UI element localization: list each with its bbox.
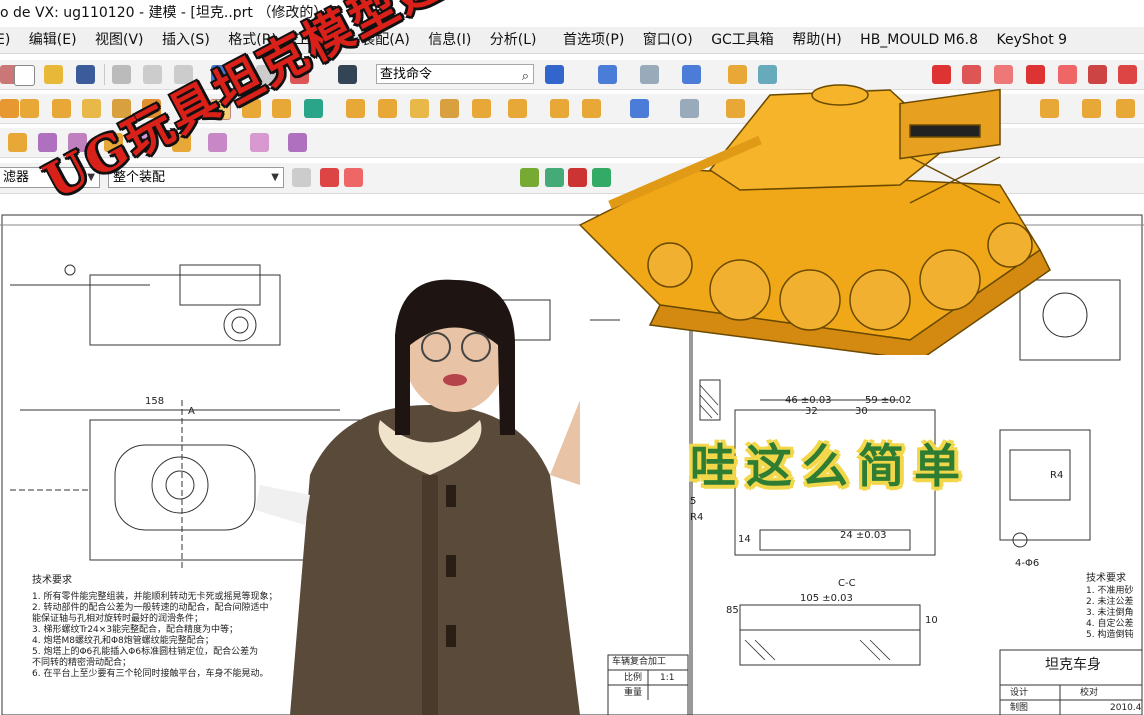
dim-label: 32 xyxy=(805,406,818,417)
dim-label: 10 xyxy=(925,615,938,626)
revolve-icon[interactable] xyxy=(20,99,39,118)
tech-line: 6. 在平台上至少要有三个轮同时接触平台，车身不能晃动。 xyxy=(32,669,269,679)
dim-label: 59 ±0.02 xyxy=(865,395,912,406)
dim-label: 24 ±0.03 xyxy=(840,530,887,541)
extension-icon[interactable] xyxy=(250,133,269,152)
offset-curve-icon[interactable] xyxy=(1088,65,1107,84)
save-icon[interactable] xyxy=(76,65,95,84)
control-point-icon[interactable] xyxy=(545,168,564,187)
window-title-bar: o de VX: ug110120 - 建模 - [坦克..prt （修改的） … xyxy=(0,0,1144,26)
dim-label: R4 xyxy=(690,512,704,523)
tech-line: 2. 转动部件的配合公差为一般转速的动配合，配合间隙适中 xyxy=(32,603,269,613)
tech-line: 3. 未注倒角 xyxy=(1086,608,1134,618)
title-block-cell: 制图 xyxy=(1010,703,1029,713)
title-block-part: 坦克车身 xyxy=(1045,657,1101,673)
tech-requirements-list: 1. 所有零件能完整组装，并能顺利转动无卡死或摇晃等现象； 2. 转动部件的配合… xyxy=(32,592,277,680)
type-filter-label: 滤器 xyxy=(3,170,30,185)
table-cell: 比例 xyxy=(624,673,643,683)
dim-label: 14 xyxy=(738,534,751,545)
section-label: C-C xyxy=(838,578,856,589)
book-icon[interactable] xyxy=(545,65,564,84)
snap-settings-icon[interactable] xyxy=(292,168,311,187)
tech-line: 1. 不准用砂 xyxy=(1086,586,1134,596)
presenter-photo xyxy=(255,279,580,715)
command-search-input[interactable]: 查找命令 ⌕ xyxy=(376,64,534,84)
tech-line: 1. 所有零件能完整组装，并能顺利转动无卡死或摇晃等现象； xyxy=(32,592,278,602)
title-block-cell: 校对 xyxy=(1080,688,1099,698)
tech-line: 能保证轴与孔相对旋转时最好的润滑条件； xyxy=(32,614,204,624)
tech-line: 3. 梯形螺纹Tr24×3能完整配合，配合精度为中等； xyxy=(32,625,239,635)
trim-body-icon[interactable] xyxy=(472,99,491,118)
cut-icon[interactable] xyxy=(112,65,131,84)
tech-line: 5. 炮塔上的Φ6孔能插入Φ6标准圆柱销定位，配合公差为 xyxy=(32,647,259,657)
table-cell: 重量 xyxy=(624,688,643,698)
dim-label: 4-Φ6 xyxy=(1015,558,1040,569)
title-block-cell: 设计 xyxy=(1010,688,1029,698)
menu-edit[interactable]: 编辑(E) xyxy=(29,27,77,53)
dim-label: 46 ±0.03 xyxy=(785,395,832,406)
menu-bar: E) 编辑(E) 视图(V) 插入(S) 格式(R) 工具(T) 装配(A) 信… xyxy=(0,27,1144,54)
tech-line: 2. 未注公差 xyxy=(1086,597,1134,607)
dim-label: 158 xyxy=(145,396,165,407)
chevron-down-icon: ▼ xyxy=(271,172,279,183)
project-curve-icon[interactable] xyxy=(1118,65,1137,84)
menu-hb-mould[interactable]: HB_MOULD M6.8 xyxy=(860,27,978,53)
endpoint-snap-icon[interactable] xyxy=(344,168,363,187)
block-icon[interactable] xyxy=(52,99,71,118)
tech-requirements-title-right: 技术要求 xyxy=(1086,573,1126,584)
search-icon: ⌕ xyxy=(521,69,529,84)
shell-icon[interactable] xyxy=(410,99,429,118)
menu-view[interactable]: 视图(V) xyxy=(95,27,144,53)
section-label: A xyxy=(188,406,195,417)
command-search-placeholder: 查找命令 xyxy=(380,67,433,82)
menu-preferences[interactable]: 首选项(P) xyxy=(563,27,624,53)
dim-label: 5 xyxy=(690,496,697,507)
table-cell: 1:1 xyxy=(660,673,675,683)
resize-face-icon[interactable] xyxy=(1082,99,1101,118)
table-cell: 车辆复合加工 xyxy=(612,657,667,667)
edge-blend-icon[interactable] xyxy=(346,99,365,118)
menu-window[interactable]: 窗口(O) xyxy=(643,27,693,53)
tech-line: 4. 自定公差 xyxy=(1086,619,1134,629)
menu-file[interactable]: E) xyxy=(0,27,10,53)
point-snap-icon[interactable] xyxy=(320,168,339,187)
tech-line: 5. 构造倒钝 xyxy=(1086,630,1134,640)
dim-label: 85 xyxy=(726,605,739,616)
midpoint-snap-icon[interactable] xyxy=(520,168,539,187)
menu-keyshot[interactable]: KeyShot 9 xyxy=(996,27,1067,53)
tank-model-render xyxy=(578,84,1051,355)
menu-analysis[interactable]: 分析(L) xyxy=(490,27,537,53)
toolbar-separator xyxy=(104,64,105,85)
tech-line: 4. 炮塔M8螺纹孔和Φ8炮管螺纹能完整配合； xyxy=(32,636,214,646)
extrude-icon[interactable] xyxy=(0,99,19,118)
draft-icon[interactable] xyxy=(440,99,459,118)
mirror-icon[interactable] xyxy=(550,99,569,118)
tech-line: 不同转的精密滑动配合； xyxy=(32,658,132,668)
trim-sheet-icon[interactable] xyxy=(288,133,307,152)
menu-gc-toolbox[interactable]: GC工具箱 xyxy=(711,27,774,53)
chamfer-icon[interactable] xyxy=(378,99,397,118)
open-folder-icon[interactable] xyxy=(44,65,63,84)
tech-requirements-title: 技术要求 xyxy=(32,575,72,586)
new-file-icon[interactable] xyxy=(14,65,35,86)
dim-label: 105 ±0.03 xyxy=(800,593,853,604)
menu-help[interactable]: 帮助(H) xyxy=(792,27,841,53)
menu-insert[interactable]: 插入(S) xyxy=(162,27,210,53)
dim-label: R4 xyxy=(1050,470,1064,481)
tech-requirements-list-right: 1. 不准用砂 2. 未注公差 3. 未注倒角 4. 自定公差 5. 构造倒钝 xyxy=(1086,586,1133,641)
pull-face-icon[interactable] xyxy=(1116,99,1135,118)
offset-face-icon[interactable] xyxy=(508,99,527,118)
dim-label: 30 xyxy=(855,406,868,417)
title-block-cell: 2010.4 xyxy=(1110,703,1142,713)
surface-icon[interactable] xyxy=(8,133,27,152)
caption-text: 哇这么简单 xyxy=(690,439,970,493)
